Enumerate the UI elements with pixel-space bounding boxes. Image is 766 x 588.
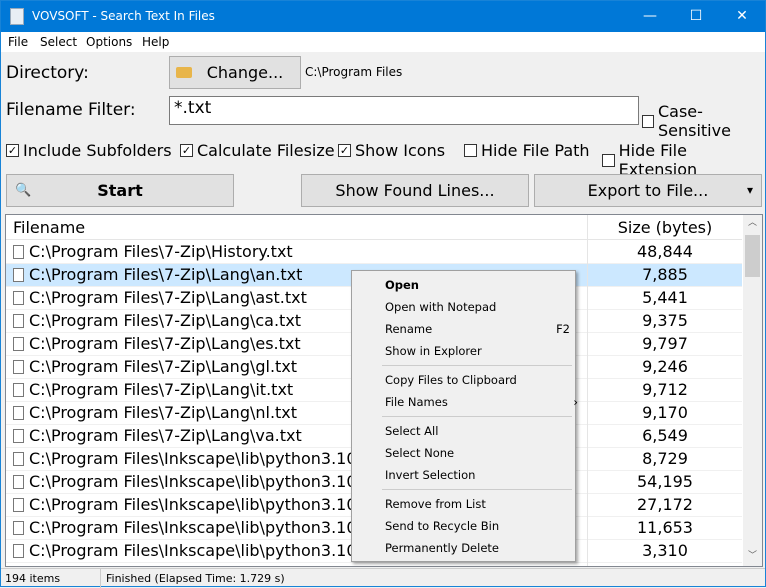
file-icon: [13, 452, 24, 466]
file-icon: [13, 521, 24, 535]
file-path: C:\Program Files\Inkscape\lib\python3.10…: [29, 495, 381, 514]
file-path: C:\Program Files\7-Zip\Lang\gl.txt: [29, 357, 298, 376]
file-icon: [13, 268, 24, 282]
start-button[interactable]: 🔍 Start: [6, 174, 234, 207]
menu-item-show-in-explorer[interactable]: Show in Explorer: [385, 344, 570, 358]
menu-item-send-to-recycle-bin[interactable]: Send to Recycle Bin: [385, 519, 570, 533]
file-icon: [13, 314, 24, 328]
dropdown-arrow-icon[interactable]: ▾: [747, 175, 753, 206]
file-path: C:\Program Files\7-Zip\Lang\va.txt: [29, 426, 302, 445]
scrollbar-thumb[interactable]: [745, 235, 760, 277]
maximize-button[interactable]: ☐: [673, 1, 719, 32]
file-path: C:\Program Files\7-Zip\Lang\an.txt: [29, 265, 303, 284]
file-size: 9,712: [642, 380, 688, 399]
context-menu: Open Open with Notepad Rename F2 Show in Exp…: [351, 270, 578, 562]
file-icon: [13, 245, 24, 259]
file-size: 9,246: [642, 357, 688, 376]
menu-bar: File Select Options Help: [1, 32, 765, 52]
file-size: 9,170: [642, 403, 688, 422]
menu-item-permanently-delete[interactable]: Permanently Delete: [385, 541, 570, 555]
file-icon: [13, 406, 24, 420]
show-icons-checkbox[interactable]: ✓ Show Icons: [338, 141, 445, 160]
file-path: C:\Program Files\7-Zip\Lang\es.txt: [29, 334, 301, 353]
export-to-file-button[interactable]: Export to File... ▾: [534, 174, 762, 207]
change-directory-button[interactable]: Change...: [169, 56, 301, 89]
list-header: Filename Size (bytes): [6, 215, 742, 240]
menu-separator: [382, 416, 572, 417]
file-icon: [13, 475, 24, 489]
menu-item-copy-files-to-clipboard[interactable]: Copy Files to Clipboard: [385, 373, 570, 387]
filename-filter-label: Filename Filter:: [6, 100, 136, 120]
show-found-lines-button[interactable]: Show Found Lines...: [301, 174, 529, 207]
menu-item-open-with-notepad[interactable]: Open with Notepad: [385, 300, 570, 314]
change-label: Change...: [206, 63, 284, 82]
menu-item-rename[interactable]: Rename F2: [385, 322, 570, 336]
file-path: C:\Program Files\7-Zip\Lang\nl.txt: [29, 403, 298, 422]
file-size: 48,844: [637, 242, 693, 261]
file-size: 6,549: [642, 426, 688, 445]
file-size: 3,310: [642, 541, 688, 560]
file-path: C:\Program Files\7-Zip\Lang\ca.txt: [29, 311, 302, 330]
hide-file-path-checkbox[interactable]: Hide File Path: [464, 141, 590, 160]
item-count: 194 items: [5, 572, 61, 585]
app-icon: [10, 8, 24, 25]
menu-item-remove-from-list[interactable]: Remove from List: [385, 497, 570, 511]
file-size: 7,885: [642, 265, 688, 284]
search-icon: 🔍: [15, 183, 32, 198]
title-bar: VOVSOFT - Search Text In Files — ☐ ✕: [1, 1, 765, 32]
file-size: 54,195: [637, 472, 693, 491]
menu-options[interactable]: Options: [86, 35, 132, 49]
menu-item-open[interactable]: Open: [385, 278, 570, 292]
chevron-right-icon: ›: [573, 395, 578, 409]
file-icon: [13, 429, 24, 443]
file-size: 9,797: [642, 334, 688, 353]
menu-separator: [382, 489, 572, 490]
file-size: 11,653: [637, 518, 693, 537]
column-filename[interactable]: Filename: [13, 218, 85, 237]
menu-select[interactable]: Select: [40, 35, 77, 49]
shortcut-label: F2: [556, 322, 570, 336]
file-icon: [13, 383, 24, 397]
file-icon: [13, 360, 24, 374]
include-subfolders-checkbox[interactable]: ✓ Include Subfolders: [6, 141, 172, 160]
folder-icon: [176, 67, 192, 78]
case-sensitive-checkbox[interactable]: Case-Sensitive: [642, 102, 765, 140]
menu-help[interactable]: Help: [142, 35, 169, 49]
minimize-button[interactable]: —: [627, 1, 673, 32]
column-divider: [587, 215, 588, 566]
menu-file[interactable]: File: [8, 35, 28, 49]
file-icon: [13, 544, 24, 558]
file-icon: [13, 291, 24, 305]
status-message: Finished (Elapsed Time: 1.729 s): [106, 572, 285, 585]
file-path: C:\Program Files\7-Zip\History.txt: [29, 242, 293, 261]
file-icon: [13, 337, 24, 351]
file-path: C:\Program Files\Inkscape\lib\python3.10…: [29, 472, 381, 491]
file-path: C:\Program Files\7-Zip\Lang\it.txt: [29, 380, 294, 399]
file-path: C:\Program Files\Inkscape\lib\python3.10…: [29, 518, 381, 537]
file-path: C:\Program Files\7-Zip\Lang\ast.txt: [29, 288, 307, 307]
calculate-filesize-checkbox[interactable]: ✓ Calculate Filesize: [180, 141, 335, 160]
file-size: 5,441: [642, 288, 688, 307]
file-path: C:\Program Files\Inkscape\lib\python3.10…: [29, 541, 381, 560]
menu-item-select-none[interactable]: Select None: [385, 446, 570, 460]
directory-label: Directory:: [6, 63, 89, 83]
menu-item-invert-selection[interactable]: Invert Selection: [385, 468, 570, 482]
menu-item-file-names[interactable]: File Names ›: [385, 395, 578, 409]
vertical-scrollbar[interactable]: ︿ ﹀: [743, 215, 762, 566]
status-bar: 194 items Finished (Elapsed Time: 1.729 …: [1, 568, 765, 588]
close-button[interactable]: ✕: [719, 1, 765, 32]
file-path: C:\Program Files\Inkscape\lib\python3.10…: [29, 449, 381, 468]
filename-filter-input[interactable]: *.txt: [169, 96, 639, 125]
file-icon: [13, 498, 24, 512]
file-size: 8,729: [642, 449, 688, 468]
file-size: 27,172: [637, 495, 693, 514]
menu-item-select-all[interactable]: Select All: [385, 424, 570, 438]
window-title: VOVSOFT - Search Text In Files: [32, 9, 215, 23]
directory-path: C:\Program Files: [305, 65, 403, 79]
file-size: 9,375: [642, 311, 688, 330]
menu-separator: [382, 365, 572, 366]
table-row[interactable]: C:\Program Files\7-Zip\History.txt 48,844: [6, 241, 742, 264]
column-size[interactable]: Size (bytes): [588, 218, 742, 237]
